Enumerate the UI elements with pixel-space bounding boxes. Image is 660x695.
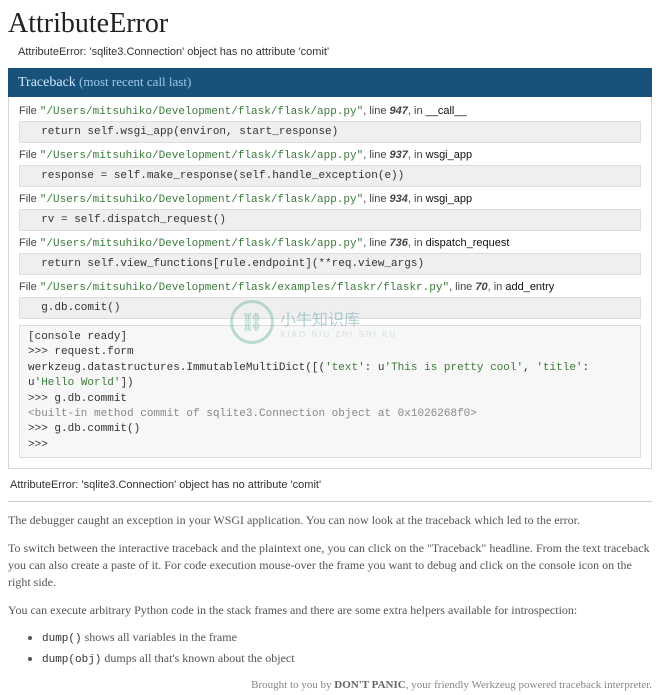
in-label: , in	[408, 237, 426, 249]
explain-li: dump(obj) dumps all that's known about t…	[42, 650, 652, 669]
explain-li: dump() shows all variables in the frame	[42, 629, 652, 648]
code-token: dump()	[42, 633, 82, 645]
line-number: 70	[475, 281, 487, 293]
page-title: AttributeError	[8, 8, 652, 40]
code-token: dump(obj)	[42, 654, 101, 666]
file-label: File	[19, 193, 40, 205]
frame-head: File "/Users/mitsuhiko/Development/flask…	[19, 281, 641, 294]
explain-section: The debugger caught an exception in your…	[8, 501, 652, 669]
explain-p1: The debugger caught an exception in your…	[8, 512, 652, 529]
interactive-console[interactable]: [console ready] >>> request.form werkzeu…	[19, 325, 641, 458]
error-summary: AttributeError: 'sqlite3.Connection' obj…	[18, 46, 652, 58]
in-label: , in	[408, 149, 426, 161]
console-line: werkzeug.datastructures.ImmutableMultiDi…	[28, 361, 632, 392]
file-label: File	[19, 149, 40, 161]
func-name: wsgi_app	[426, 149, 472, 161]
code-line[interactable]: rv = self.dispatch_request()	[19, 209, 641, 231]
func-name: wsgi_app	[426, 193, 472, 205]
frame[interactable]: File "/Users/mitsuhiko/Development/flask…	[19, 193, 641, 231]
file-path: "/Users/mitsuhiko/Development/flask/flas…	[40, 150, 363, 162]
frame[interactable]: File "/Users/mitsuhiko/Development/flask…	[19, 281, 641, 319]
console-line: [console ready]	[28, 330, 632, 345]
file-label: File	[19, 237, 40, 249]
code-line[interactable]: return self.view_functions[rule.endpoint…	[19, 253, 641, 275]
frame[interactable]: File "/Users/mitsuhiko/Development/flask…	[19, 237, 641, 275]
code-line[interactable]: return self.wsgi_app(environ, start_resp…	[19, 121, 641, 143]
code-line[interactable]: response = self.make_response(self.handl…	[19, 165, 641, 187]
footer: Brought to you by DON'T PANIC, your frie…	[8, 679, 652, 691]
footer-brand: DON'T PANIC	[334, 679, 405, 691]
line-number: 736	[390, 237, 408, 249]
console-line: >>> request.form	[28, 345, 632, 360]
func-name: __call__	[426, 105, 467, 117]
line-label: , line	[363, 105, 389, 117]
frame[interactable]: File "/Users/mitsuhiko/Development/flask…	[19, 105, 641, 143]
line-number: 947	[390, 105, 408, 117]
func-name: add_entry	[505, 281, 554, 293]
file-path: "/Users/mitsuhiko/Development/flask/flas…	[40, 194, 363, 206]
frame-head: File "/Users/mitsuhiko/Development/flask…	[19, 193, 641, 206]
console-line: >>> g.db.commit()	[28, 422, 632, 437]
line-label: , line	[363, 193, 389, 205]
line-number: 937	[390, 149, 408, 161]
in-label: , in	[408, 105, 426, 117]
line-label: , line	[363, 237, 389, 249]
code-line[interactable]: g.db.comit()	[19, 297, 641, 319]
explain-p2: To switch between the interactive traceb…	[8, 540, 652, 592]
file-path: "/Users/mitsuhiko/Development/flask/flas…	[40, 238, 363, 250]
line-label: , line	[449, 281, 475, 293]
file-label: File	[19, 281, 40, 293]
frame-head: File "/Users/mitsuhiko/Development/flask…	[19, 237, 641, 250]
line-label: , line	[363, 149, 389, 161]
in-label: , in	[408, 193, 426, 205]
file-label: File	[19, 105, 40, 117]
file-path: "/Users/mitsuhiko/Development/flask/exam…	[40, 282, 449, 294]
func-name: dispatch_request	[426, 237, 510, 249]
frames-container: File "/Users/mitsuhiko/Development/flask…	[8, 97, 652, 469]
console-prompt[interactable]: >>>	[28, 438, 632, 453]
final-error: AttributeError: 'sqlite3.Connection' obj…	[10, 479, 652, 491]
console-line: >>> g.db.commit	[28, 392, 632, 407]
console-line: <built-in method commit of sqlite3.Conne…	[28, 407, 632, 422]
line-number: 934	[390, 193, 408, 205]
frame-head: File "/Users/mitsuhiko/Development/flask…	[19, 105, 641, 118]
frame[interactable]: File "/Users/mitsuhiko/Development/flask…	[19, 149, 641, 187]
explain-p3: You can execute arbitrary Python code in…	[8, 602, 652, 619]
traceback-subtitle: (most recent call last)	[76, 74, 192, 89]
traceback-header[interactable]: Traceback (most recent call last)	[8, 68, 652, 97]
traceback-label: Traceback	[18, 75, 76, 90]
file-path: "/Users/mitsuhiko/Development/flask/flas…	[40, 106, 363, 118]
in-label: , in	[488, 281, 506, 293]
frame-head: File "/Users/mitsuhiko/Development/flask…	[19, 149, 641, 162]
